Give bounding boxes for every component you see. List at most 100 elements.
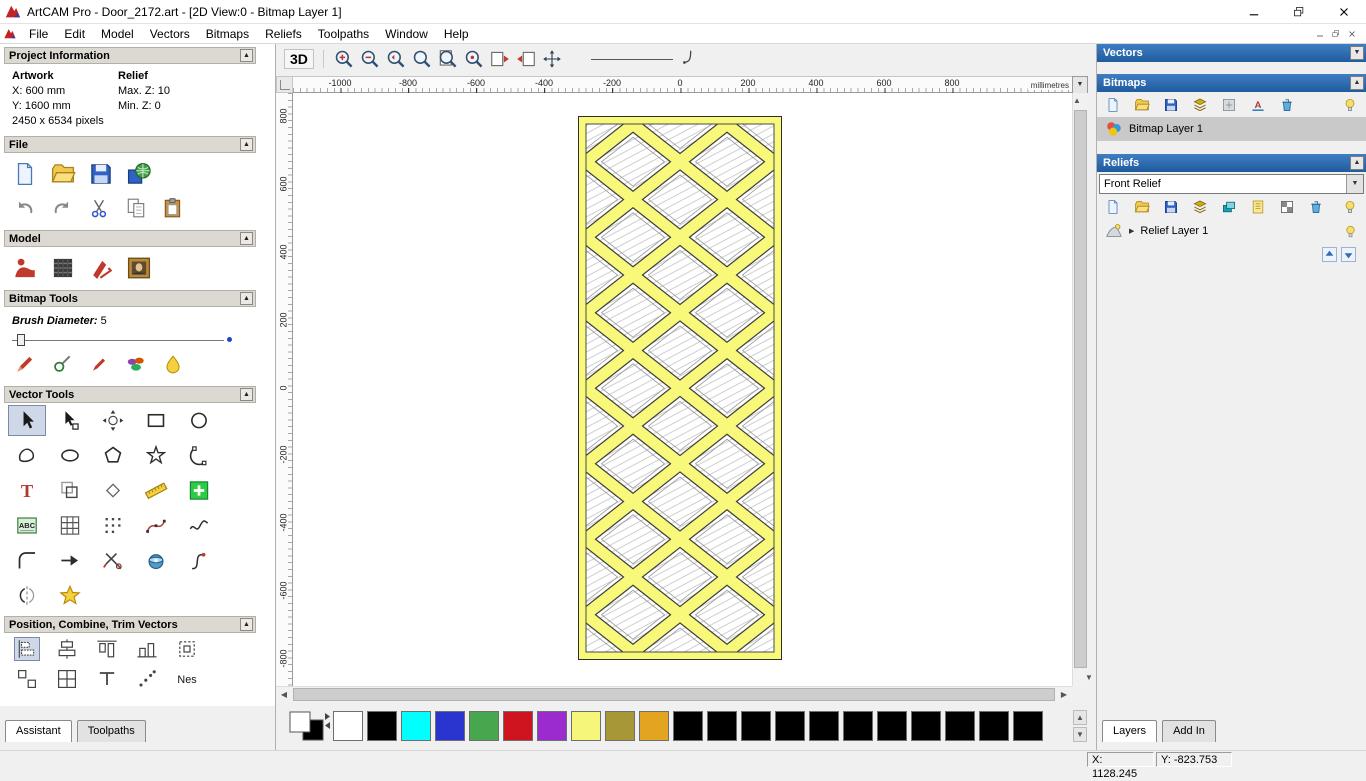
palette-swatch[interactable]: [707, 711, 737, 741]
section-header-model[interactable]: Model ▲: [4, 230, 256, 247]
merge-layer-icon[interactable]: [1221, 97, 1237, 113]
scroll-left-icon[interactable]: ◀: [276, 687, 292, 702]
palette-swatch[interactable]: [605, 711, 635, 741]
scroll-up-icon[interactable]: ▲: [1073, 96, 1081, 105]
palette-swatch[interactable]: [979, 711, 1009, 741]
paste-icon[interactable]: [162, 197, 184, 219]
delete-layer-icon[interactable]: [1279, 97, 1295, 113]
palette-swatch[interactable]: [945, 711, 975, 741]
fit-curve-icon[interactable]: [137, 510, 175, 541]
new-document-icon[interactable]: [12, 161, 38, 187]
spline-icon[interactable]: [180, 545, 218, 576]
palette-swatch[interactable]: [809, 711, 839, 741]
point-array-icon[interactable]: [94, 510, 132, 541]
child-restore-button[interactable]: [1328, 27, 1344, 41]
pan-icon[interactable]: [541, 48, 563, 70]
cut-icon[interactable]: [88, 197, 110, 219]
simulation-slider[interactable]: [590, 58, 673, 60]
freeform-icon[interactable]: [8, 440, 46, 471]
section-header-file[interactable]: File ▲: [4, 136, 256, 153]
zoom-object-icon[interactable]: [463, 48, 485, 70]
arc-icon[interactable]: [180, 440, 218, 471]
toggle-all-icon[interactable]: [1342, 199, 1358, 215]
child-minimize-button[interactable]: [1312, 27, 1328, 41]
transform-icon[interactable]: [94, 405, 132, 436]
rolldown-arrow-icon[interactable]: ▼: [1350, 46, 1364, 60]
tab-toolpaths[interactable]: Toolpaths: [76, 720, 146, 742]
text-icon[interactable]: T: [8, 475, 46, 506]
ellipse-icon[interactable]: [51, 440, 89, 471]
smooth-polyline-icon[interactable]: [180, 510, 218, 541]
menu-file[interactable]: File: [21, 25, 56, 43]
import-model-icon[interactable]: [126, 161, 152, 187]
palette-swatch[interactable]: [367, 711, 397, 741]
star-wizard-icon[interactable]: [51, 580, 89, 611]
open-folder-icon[interactable]: [50, 161, 76, 187]
rollup-arrow-icon[interactable]: ▲: [240, 618, 253, 631]
bitmaps-header[interactable]: Bitmaps ▲: [1097, 74, 1366, 92]
scroll-thumb[interactable]: [1074, 110, 1087, 668]
palette-swatch[interactable]: [673, 711, 703, 741]
save-layer-icon[interactable]: [1163, 199, 1179, 215]
palette-swatch[interactable]: [537, 711, 567, 741]
text-block-icon[interactable]: ABC: [8, 510, 46, 541]
mirror-vectors-icon[interactable]: [8, 580, 46, 611]
open-layer-icon[interactable]: [1134, 199, 1150, 215]
align-dots-icon[interactable]: [134, 667, 160, 691]
contrast-icon[interactable]: A: [1250, 97, 1266, 113]
snap-left-icon[interactable]: [489, 48, 511, 70]
rollup-arrow-icon[interactable]: ▲: [240, 292, 253, 305]
colour-picker-icon[interactable]: [51, 353, 73, 375]
trim-icon[interactable]: [94, 545, 132, 576]
select-icon[interactable]: [8, 405, 46, 436]
palette-swatch[interactable]: [1013, 711, 1043, 741]
zoom-in-icon[interactable]: [333, 48, 355, 70]
align-box-icon[interactable]: [174, 637, 200, 661]
chevron-down-icon[interactable]: ▼: [1346, 175, 1363, 193]
colour-palette-icon[interactable]: [125, 353, 147, 375]
zoom-extents-icon[interactable]: [437, 48, 459, 70]
scroll-down-icon[interactable]: ▼: [1081, 670, 1097, 686]
stack-layers-icon[interactable]: [1192, 97, 1208, 113]
flood-fill-icon[interactable]: [162, 353, 184, 375]
move-layer-down-button[interactable]: [1341, 247, 1356, 262]
palette-swatch[interactable]: [775, 711, 805, 741]
greyscale-icon[interactable]: [1279, 199, 1295, 215]
texture-icon[interactable]: [50, 255, 76, 281]
circle-icon[interactable]: [180, 405, 218, 436]
primary-secondary-colour-selector[interactable]: [288, 710, 332, 742]
align-center-icon[interactable]: [54, 637, 80, 661]
close-button[interactable]: [1321, 0, 1366, 24]
rollup-arrow-icon[interactable]: ▲: [240, 49, 253, 62]
menu-model[interactable]: Model: [93, 25, 142, 43]
align-grid-icon[interactable]: [54, 667, 80, 691]
scroll-right-icon[interactable]: ▶: [1056, 687, 1072, 702]
vectors-header[interactable]: Vectors ▼: [1097, 44, 1366, 62]
palette-swatch[interactable]: [877, 711, 907, 741]
relief-layer-row[interactable]: ▶ Relief Layer 1: [1097, 219, 1366, 243]
align-left-icon[interactable]: [14, 637, 40, 661]
horizontal-scrollbar[interactable]: ◀ ▶: [276, 686, 1072, 702]
minimize-button[interactable]: [1231, 0, 1276, 24]
menu-edit[interactable]: Edit: [56, 25, 93, 43]
delete-layer-icon[interactable]: [1308, 199, 1324, 215]
polygon-icon[interactable]: [94, 440, 132, 471]
new-layer-icon[interactable]: [1105, 97, 1121, 113]
align-small-icon[interactable]: [14, 667, 40, 691]
grid-icon[interactable]: [51, 510, 89, 541]
palette-swatch[interactable]: [571, 711, 601, 741]
menu-window[interactable]: Window: [377, 25, 436, 43]
reliefs-header[interactable]: Reliefs ▲: [1097, 154, 1366, 172]
zoom-out-icon[interactable]: [359, 48, 381, 70]
scroll-thumb[interactable]: [293, 688, 1055, 701]
palette-scroll-up-icon[interactable]: ▲: [1073, 710, 1087, 725]
teal-stack-icon[interactable]: [1221, 199, 1237, 215]
vertical-scrollbar[interactable]: ▲ ▼: [1072, 93, 1093, 686]
move-layer-up-button[interactable]: [1322, 247, 1337, 262]
block-copy-icon[interactable]: [180, 475, 218, 506]
star-icon[interactable]: [137, 440, 175, 471]
align-bottom-icon[interactable]: [134, 637, 160, 661]
palette-swatch[interactable]: [843, 711, 873, 741]
polyline-diamond-icon[interactable]: [94, 475, 132, 506]
redo-icon[interactable]: [51, 197, 73, 219]
